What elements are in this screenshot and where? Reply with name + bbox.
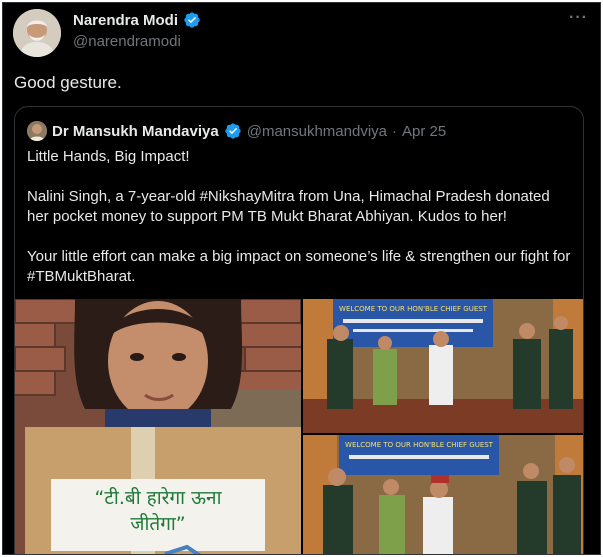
media-right-column: WELCOME TO OUR HON'BLE CHIEF GUEST WELCO…: [303, 299, 583, 554]
quoted-text: Little Hands, Big Impact! Nalini Singh, …: [27, 147, 575, 287]
quoted-paragraph: Little Hands, Big Impact!: [27, 148, 190, 165]
ceremony-photo: WELCOME TO OUR HON'BLE CHIEF GUEST: [303, 435, 583, 554]
author-name-row: Narendra Modi: [73, 11, 201, 29]
quoted-author-name[interactable]: Dr Mansukh Mandaviya: [52, 123, 219, 140]
tweet-card: Narendra Modi @narendramodi ··· Good ges…: [2, 2, 601, 555]
meta-separator: ·: [392, 122, 398, 140]
quoted-avatar[interactable]: [27, 121, 47, 141]
quoted-header: Dr Mansukh Mandaviya @mansukhmandviya · …: [27, 121, 446, 141]
quoted-paragraph: Your little effort can make a big impact…: [27, 248, 571, 285]
media-photo-ceremony-2[interactable]: WELCOME TO OUR HON'BLE CHIEF GUEST: [303, 435, 583, 554]
author-avatar[interactable]: [13, 9, 61, 57]
profile-photo-icon: [27, 121, 47, 141]
verified-badge-icon: [225, 123, 241, 139]
profile-photo-icon: [13, 9, 61, 57]
ceremony-banner-text: WELCOME TO OUR HON'BLE CHIEF GUEST: [339, 305, 488, 313]
media-grid: “टी.बी हारेगा ऊना जीतेगा” WELCOME TO OUR…: [15, 299, 583, 554]
sign-text: “टी.बी हारेगा ऊना जीतेगा”: [94, 487, 222, 535]
quoted-tweet[interactable]: Dr Mansukh Mandaviya @mansukhmandviya · …: [14, 106, 584, 554]
quoted-paragraph: Nalini Singh, a 7-year-old #NikshayMitra…: [27, 188, 550, 225]
author-handle[interactable]: @narendramodi: [73, 33, 181, 50]
verified-badge-icon: [184, 12, 200, 28]
tweet-text: Good gesture.: [14, 73, 122, 92]
author-name[interactable]: Narendra Modi: [73, 12, 178, 29]
media-photo-girl[interactable]: “टी.बी हारेगा ऊना जीतेगा”: [15, 299, 301, 554]
media-photo-ceremony-1[interactable]: WELCOME TO OUR HON'BLE CHIEF GUEST: [303, 299, 583, 433]
ceremony-banner-text: WELCOME TO OUR HON'BLE CHIEF GUEST: [345, 441, 494, 449]
more-horizontal-icon[interactable]: ···: [569, 10, 588, 26]
quoted-date[interactable]: Apr 25: [402, 123, 446, 140]
ceremony-photo: WELCOME TO OUR HON'BLE CHIEF GUEST: [303, 299, 583, 433]
quoted-author-handle[interactable]: @mansukhmandviya: [247, 123, 387, 140]
